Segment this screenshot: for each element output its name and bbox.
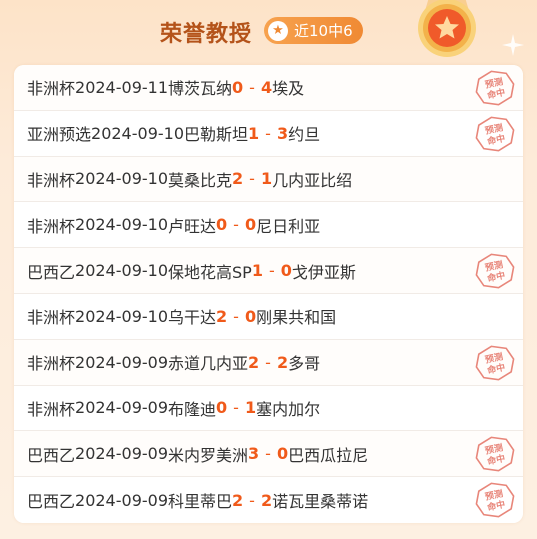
match-league: 亚洲预选	[27, 125, 92, 145]
match-league: 非洲杯	[27, 399, 76, 419]
home-team: 布隆迪	[168, 399, 217, 419]
star-icon: ★	[268, 20, 288, 41]
home-team: 巴勒斯坦	[184, 125, 249, 145]
match-league: 巴西乙	[27, 445, 76, 465]
match-league: 非洲杯	[27, 170, 76, 190]
home-score: 0	[232, 77, 244, 97]
match-league: 非洲杯	[27, 354, 76, 374]
score-separator: -	[233, 306, 239, 326]
match-date: 2024-09-10	[91, 123, 184, 143]
record-badge: ★ 近10中6	[264, 17, 363, 44]
home-team: 米内罗美洲	[168, 445, 249, 465]
medal-icon	[418, 0, 476, 57]
away-score: 1	[244, 398, 257, 418]
away-team: 埃及	[272, 79, 305, 99]
away-team: 刚果共和国	[256, 308, 337, 328]
home-score: 2	[216, 306, 228, 326]
away-team: 多哥	[288, 354, 321, 374]
score-separator: -	[265, 352, 271, 372]
match-row[interactable]: 非洲杯 2024-09-09 布隆迪 0-1 塞内加尔	[14, 385, 523, 432]
score-separator: -	[249, 490, 255, 510]
score-separator: -	[268, 261, 275, 281]
match-row[interactable]: 非洲杯 2024-09-10 乌干达 2-0 刚果共和国	[14, 293, 523, 340]
home-score: 0	[216, 398, 228, 418]
home-team: 赤道几内亚	[168, 354, 249, 374]
away-score: 3	[276, 123, 289, 143]
prediction-hit-stamp: 预测命中	[475, 482, 515, 518]
home-score: 1	[251, 261, 263, 281]
record-badge-label: 近10中6	[294, 22, 353, 40]
match-date: 2024-09-09	[75, 352, 168, 372]
away-team: 巴西瓜拉尼	[288, 445, 369, 465]
score-separator: -	[249, 77, 255, 97]
away-score: 0	[244, 306, 257, 326]
match-league: 非洲杯	[27, 216, 76, 236]
away-team: 约旦	[288, 125, 321, 145]
away-team: 诺瓦里桑蒂诺	[272, 492, 369, 512]
sparkle-icon	[502, 34, 524, 56]
match-league: 非洲杯	[27, 308, 76, 328]
home-team: 科里蒂巴	[168, 492, 233, 512]
match-row[interactable]: 巴西乙 2024-09-09 米内罗美洲 3-0 巴西瓜拉尼 预测 命中	[14, 431, 523, 478]
away-score: 4	[260, 77, 273, 97]
match-date: 2024-09-09	[75, 490, 168, 510]
away-score: 1	[260, 169, 273, 189]
match-date: 2024-09-11	[75, 77, 168, 97]
match-list: 非洲杯 2024-09-11 博茨瓦纳 0-4 埃及 预测 命中 亚洲预选 2024-09…	[14, 65, 523, 523]
prediction-hit-stamp: 预测命中	[475, 253, 515, 289]
score-separator: -	[233, 215, 239, 235]
match-date: 2024-09-10	[75, 261, 168, 281]
home-score: 3	[248, 444, 260, 464]
match-row[interactable]: 亚洲预选 2024-09-10 巴勒斯坦 1-3 约旦 预测 命中	[14, 110, 523, 157]
prediction-hit-stamp: 预测命中	[475, 70, 515, 106]
away-score: 0	[276, 444, 289, 464]
home-team: 博茨瓦纳	[168, 79, 233, 99]
home-team: 保地花高SP	[168, 262, 252, 282]
away-team: 塞内加尔	[256, 399, 321, 419]
away-team: 戈伊亚斯	[291, 262, 356, 282]
score-separator: -	[233, 398, 239, 418]
home-score: 2	[248, 352, 260, 372]
away-score: 2	[276, 352, 289, 372]
match-league: 巴西乙	[27, 262, 76, 282]
away-team: 几内亚比绍	[272, 170, 353, 190]
match-date: 2024-09-10	[75, 215, 168, 235]
match-league: 非洲杯	[27, 79, 76, 99]
match-row[interactable]: 非洲杯 2024-09-09 赤道几内亚 2-2 多哥 预测 命中	[14, 339, 523, 386]
match-row[interactable]: 非洲杯 2024-09-10 莫桑比克 2-1 几内亚比绍	[14, 156, 523, 203]
match-date: 2024-09-09	[75, 444, 168, 464]
home-score: 2	[232, 490, 244, 510]
away-team: 尼日利亚	[256, 216, 321, 236]
home-score: 1	[248, 123, 260, 143]
away-score: 0	[280, 261, 292, 281]
match-row[interactable]: 非洲杯 2024-09-11 博茨瓦纳 0-4 埃及 预测 命中	[14, 65, 523, 111]
match-date: 2024-09-09	[75, 398, 168, 418]
home-score: 2	[232, 169, 244, 189]
home-team: 乌干达	[168, 308, 217, 328]
match-date: 2024-09-10	[75, 306, 168, 326]
match-row[interactable]: 巴西乙 2024-09-09 科里蒂巴 2-2 诺瓦里桑蒂诺 预测 命中	[14, 477, 523, 523]
score-separator: -	[265, 444, 271, 464]
score-separator: -	[265, 123, 271, 143]
match-row[interactable]: 巴西乙 2024-09-10 保地花高SP 1-0 戈伊亚斯 预测 命中	[14, 248, 523, 294]
header: 荣誉教授 ★ 近10中6	[0, 0, 537, 62]
home-team: 卢旺达	[168, 216, 217, 236]
match-row[interactable]: 非洲杯 2024-09-10 卢旺达 0-0 尼日利亚	[14, 202, 523, 249]
home-team: 莫桑比克	[168, 170, 233, 190]
page-title: 荣誉教授	[160, 22, 253, 47]
away-score: 2	[260, 490, 273, 510]
home-score: 0	[216, 215, 228, 235]
match-league: 巴西乙	[27, 492, 76, 512]
prediction-hit-stamp: 预测命中	[475, 345, 515, 381]
away-score: 0	[244, 215, 257, 235]
score-separator: -	[249, 169, 255, 189]
prediction-hit-stamp: 预测命中	[475, 436, 515, 472]
prediction-hit-stamp: 预测命中	[475, 116, 515, 152]
match-date: 2024-09-10	[75, 169, 168, 189]
